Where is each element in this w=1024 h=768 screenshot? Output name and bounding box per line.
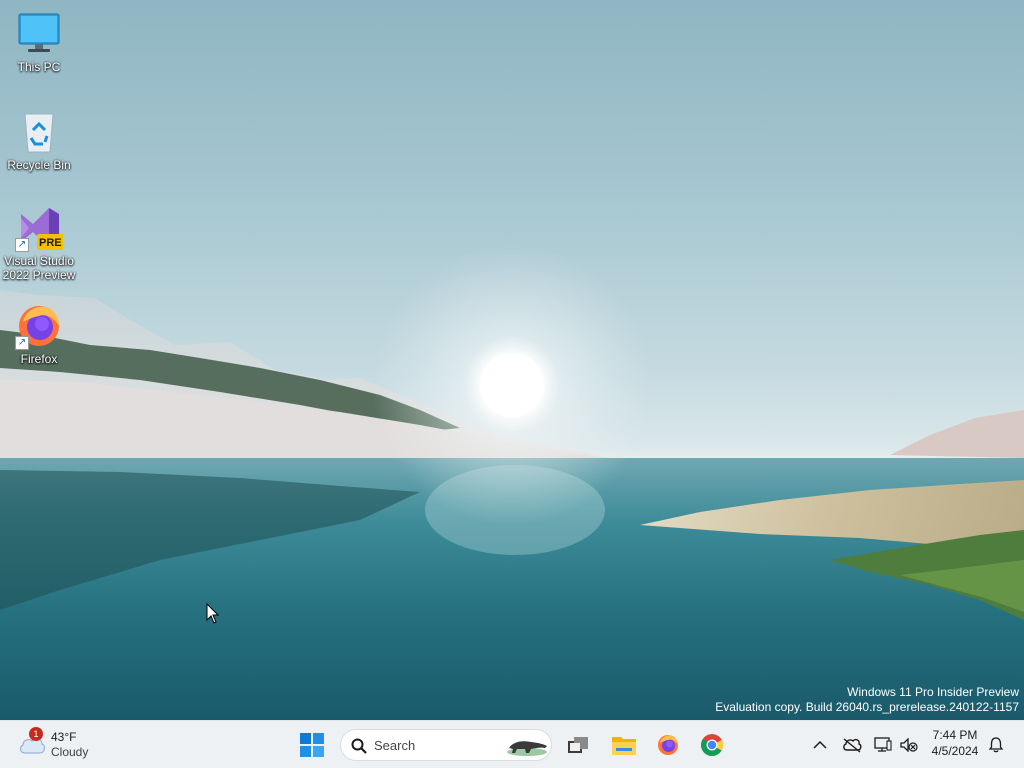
- search-highlight-animal-icon: [507, 741, 547, 756]
- bell-icon: [988, 737, 1004, 753]
- desktop-icon-label: Firefox: [20, 352, 58, 366]
- notifications-button[interactable]: [984, 721, 1008, 768]
- volume-muted-icon: [900, 738, 918, 752]
- recycle-bin-icon: [15, 108, 63, 156]
- windows-start-icon: [300, 733, 324, 757]
- mouse-cursor-icon: [206, 603, 220, 624]
- show-hidden-icons-button[interactable]: [808, 721, 832, 768]
- evaluation-watermark: Windows 11 Pro Insider Preview Evaluatio…: [715, 685, 1019, 715]
- file-explorer-button[interactable]: [606, 727, 642, 763]
- desktop-icon-label-line2: 2022 Preview: [2, 268, 76, 282]
- weather-temperature: 43°F: [51, 730, 77, 744]
- monitor-icon: [15, 10, 63, 58]
- start-button[interactable]: [294, 727, 330, 763]
- task-view-button[interactable]: [560, 727, 596, 763]
- search-icon: [351, 738, 367, 754]
- chevron-up-icon: [813, 740, 827, 749]
- taskbar-chrome-button[interactable]: [694, 727, 730, 763]
- firefox-icon: [658, 735, 678, 755]
- firefox-icon: ↗: [15, 302, 63, 350]
- desktop-icon-label: Recycle Bin: [7, 158, 71, 172]
- shortcut-arrow-icon: ↗: [15, 238, 29, 252]
- file-explorer-icon: [612, 737, 636, 755]
- taskbar-clock[interactable]: 7:44 PM 4/5/2024: [920, 727, 990, 759]
- shortcut-arrow-icon: ↗: [15, 336, 29, 350]
- wallpaper-landscape: [0, 245, 1024, 720]
- visual-studio-icon: PRE ↗: [15, 204, 63, 252]
- desktop-wallpaper: [0, 0, 1024, 720]
- preview-badge: PRE: [39, 237, 62, 249]
- clock-time: 7:44 PM: [932, 728, 978, 742]
- taskbar: 1 43°F Cloudy Search 7:44 PM 4/5/2024: [0, 720, 1024, 768]
- network-icon: [874, 737, 892, 752]
- onedrive-status-button[interactable]: [840, 721, 864, 768]
- search-label: Search: [374, 738, 416, 753]
- weather-condition: Cloudy: [51, 745, 89, 759]
- task-view-icon: [568, 737, 588, 753]
- volume-button[interactable]: [898, 721, 920, 768]
- chrome-icon: [701, 734, 723, 756]
- clock-date: 4/5/2024: [931, 744, 979, 758]
- taskbar-search-box[interactable]: Search: [340, 729, 552, 761]
- desktop-icon-label: This PC: [17, 60, 61, 74]
- taskbar-firefox-button[interactable]: [650, 727, 686, 763]
- weather-widget[interactable]: 1 43°F Cloudy: [16, 727, 106, 763]
- desktop-icon-recycle-bin[interactable]: Recycle Bin: [0, 108, 78, 172]
- network-button[interactable]: [872, 721, 894, 768]
- notification-badge: 1: [29, 727, 43, 741]
- desktop-icon-label-line1: Visual Studio: [4, 254, 74, 268]
- desktop-icon-this-pc[interactable]: This PC: [0, 10, 78, 74]
- watermark-line2: Evaluation copy. Build 26040.rs_prerelea…: [715, 700, 1019, 714]
- desktop-icon-visual-studio[interactable]: PRE ↗ Visual Studio 2022 Preview: [0, 204, 78, 282]
- cloud-offline-icon: [843, 738, 862, 753]
- watermark-line1: Windows 11 Pro Insider Preview: [847, 685, 1019, 699]
- desktop-icon-firefox[interactable]: ↗ Firefox: [0, 302, 78, 366]
